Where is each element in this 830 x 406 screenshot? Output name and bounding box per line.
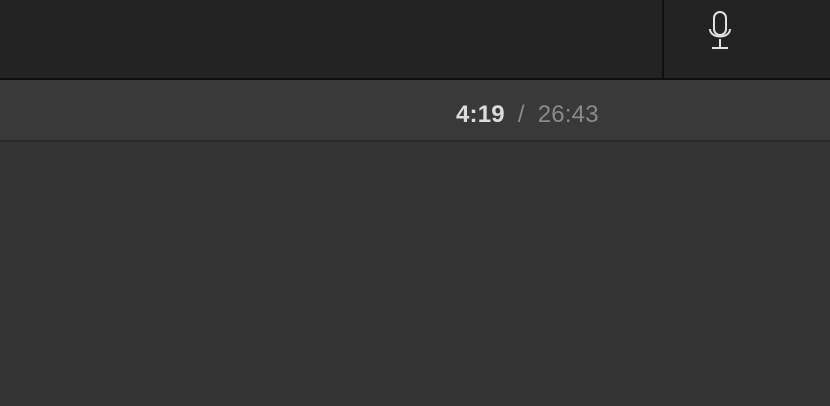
total-time: 26:43: [537, 101, 599, 128]
playback-time-bar: [0, 80, 830, 142]
top-toolbar: [0, 0, 830, 80]
app-window: 4:19 / 26:43: [0, 0, 830, 406]
microphone-button[interactable]: [664, 0, 830, 78]
content-area: [0, 142, 830, 406]
time-separator: /: [517, 101, 525, 128]
toolbar-empty-area: [0, 0, 663, 78]
microphone-icon: [709, 11, 731, 49]
current-time: 4:19: [456, 101, 505, 128]
playback-time-display: 4:19 / 26:43: [456, 100, 599, 130]
